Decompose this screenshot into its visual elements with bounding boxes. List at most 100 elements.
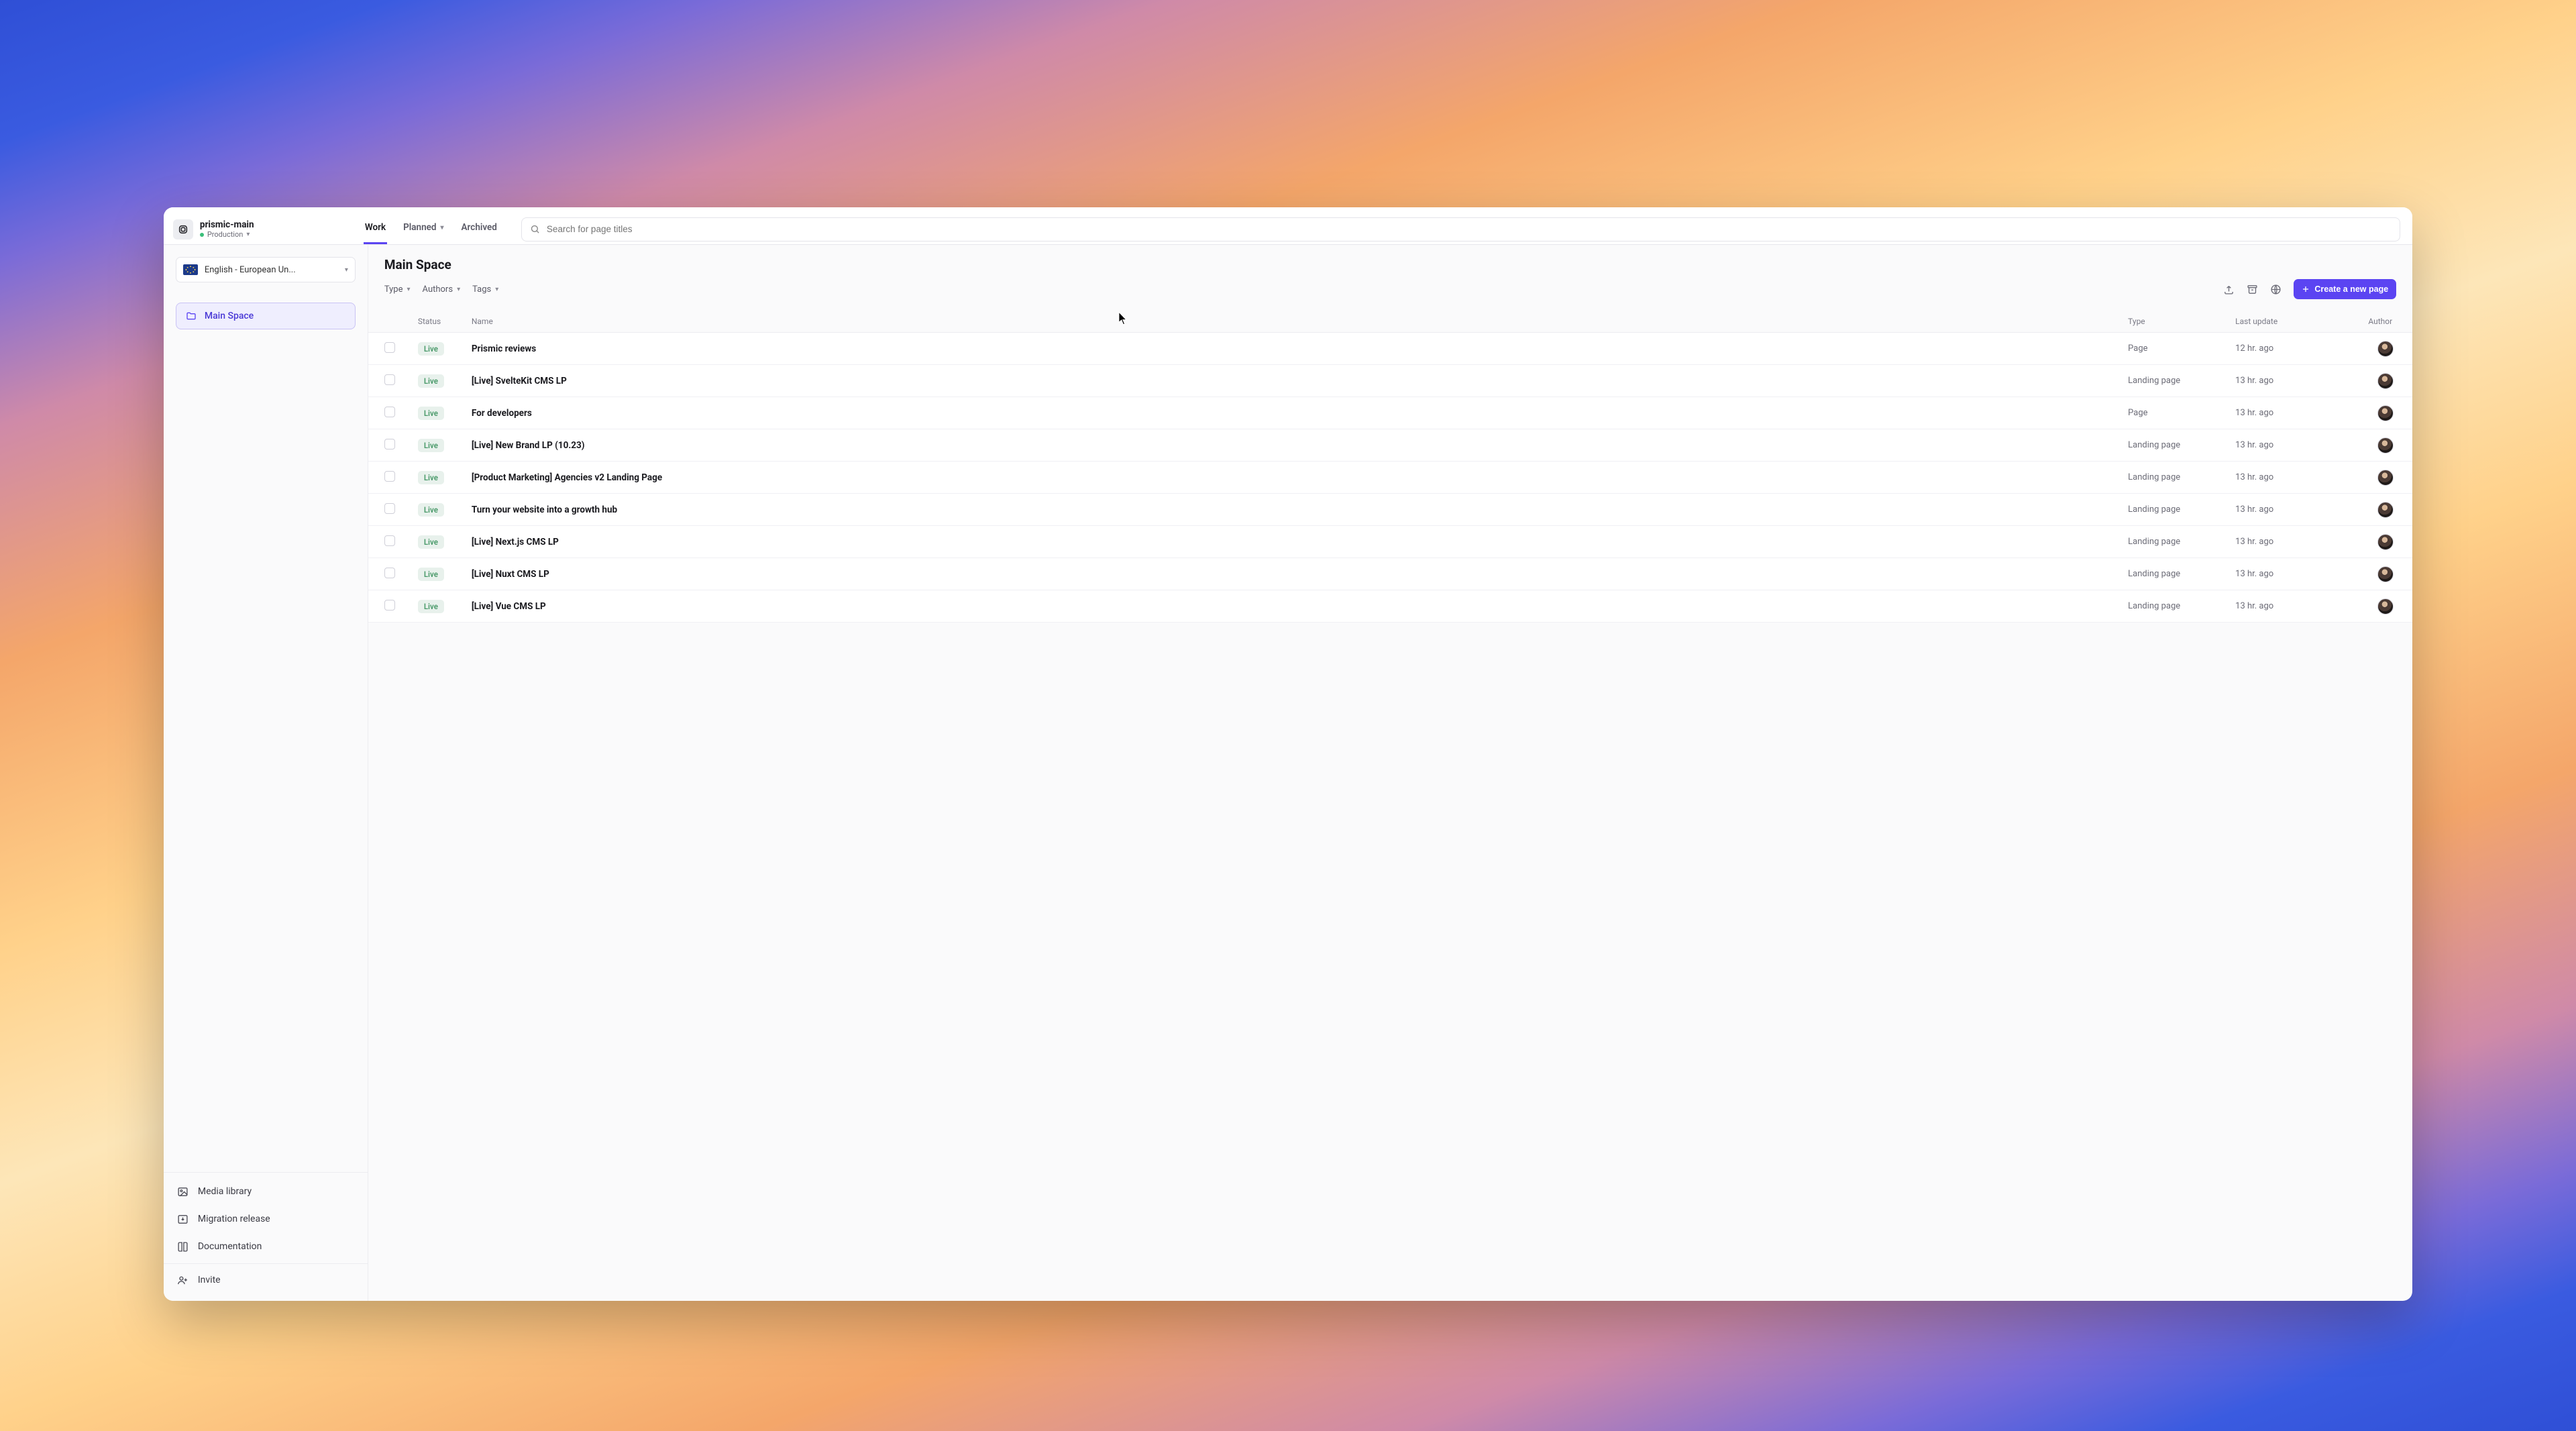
status-badge: Live — [418, 342, 444, 356]
row-last-update: 13 hr. ago — [2235, 537, 2343, 547]
sidebar-link-label: Migration release — [198, 1214, 270, 1224]
chevron-down-icon: ▾ — [495, 286, 498, 293]
table-row[interactable]: Live[Live] Vue CMS LPLanding page13 hr. … — [368, 590, 2412, 623]
sidebar-item-label: Main Space — [205, 311, 254, 321]
tab-work[interactable]: Work — [364, 222, 387, 244]
sidebar-item-main-space[interactable]: Main Space — [176, 303, 356, 329]
avatar — [2377, 470, 2394, 486]
col-name: Name — [472, 317, 2128, 326]
tab-planned[interactable]: Planned ▾ — [402, 222, 445, 244]
language-selector[interactable]: English - European Un... ▾ — [176, 257, 356, 282]
search-input[interactable] — [547, 224, 2392, 234]
row-type: Landing page — [2128, 505, 2235, 515]
table-row[interactable]: Live[Product Marketing] Agencies v2 Land… — [368, 462, 2412, 494]
row-name: [Live] Next.js CMS LP — [472, 537, 2128, 547]
chevron-down-icon: ▾ — [246, 231, 250, 239]
globe-button[interactable] — [2270, 284, 2282, 295]
table-row[interactable]: Live[Live] New Brand LP (10.23)Landing p… — [368, 429, 2412, 462]
status-badge: Live — [418, 600, 444, 613]
row-last-update: 13 hr. ago — [2235, 440, 2343, 450]
row-author — [2343, 437, 2396, 454]
avatar — [2377, 502, 2394, 518]
status-badge: Live — [418, 407, 444, 420]
row-last-update: 13 hr. ago — [2235, 408, 2343, 418]
status-badge: Live — [418, 471, 444, 484]
avatar — [2377, 405, 2394, 421]
row-author — [2343, 341, 2396, 357]
row-checkbox[interactable] — [384, 471, 395, 482]
search-bar[interactable] — [521, 217, 2400, 242]
tab-label: Work — [365, 222, 386, 233]
row-author — [2343, 470, 2396, 486]
sidebar-link-media-library[interactable]: Media library — [164, 1178, 368, 1206]
workspace-switcher[interactable]: prismic-main Production ▾ — [173, 219, 347, 240]
sidebar-link-invite[interactable]: Invite — [164, 1267, 368, 1294]
row-checkbox[interactable] — [384, 535, 395, 546]
avatar — [2377, 566, 2394, 582]
table-row[interactable]: Live [Live] Next.js CMS LPLanding page13 … — [368, 526, 2412, 558]
image-icon — [177, 1186, 189, 1198]
row-checkbox[interactable] — [384, 568, 395, 578]
row-last-update: 13 hr. ago — [2235, 472, 2343, 482]
table-row[interactable]: Live Turn your website into a growth hubL… — [368, 494, 2412, 526]
row-type: Landing page — [2128, 472, 2235, 482]
table-row[interactable]: LivePrismic reviewsPage12 hr. ago — [368, 333, 2412, 365]
workspace-logo-icon — [173, 219, 193, 240]
app-window: prismic-main Production ▾ Work Planned ▾… — [164, 207, 2412, 1301]
create-page-button[interactable]: Create a new page — [2294, 279, 2396, 299]
main-content: Main Space Type ▾ Authors ▾ Tags ▾ — [368, 245, 2412, 1301]
table-header: Status Name Type Last update Author — [368, 310, 2412, 333]
row-last-update: 12 hr. ago — [2235, 343, 2343, 354]
table-row[interactable]: LiveFor developersPage13 hr. ago — [368, 397, 2412, 429]
avatar — [2377, 534, 2394, 550]
col-author: Author — [2343, 317, 2396, 326]
avatar — [2377, 373, 2394, 389]
table-row[interactable]: Live[Live] Nuxt CMS LPLanding page13 hr.… — [368, 558, 2412, 590]
row-last-update: 13 hr. ago — [2235, 569, 2343, 579]
status-badge: Live — [418, 535, 444, 549]
chevron-down-icon: ▾ — [457, 286, 460, 293]
row-name: [Live] SvelteKit CMS LP — [472, 376, 2128, 386]
row-name: [Live] Vue CMS LP — [472, 601, 2128, 612]
upload-button[interactable] — [2223, 284, 2235, 295]
environment-selector[interactable]: Production ▾ — [200, 230, 254, 239]
row-checkbox[interactable] — [384, 600, 395, 611]
row-name: Turn your website into a growth hub — [472, 505, 2128, 515]
upload-icon — [2223, 284, 2235, 295]
filter-tags[interactable]: Tags ▾ — [472, 284, 498, 295]
filter-bar: Type ▾ Authors ▾ Tags ▾ — [384, 284, 498, 295]
sidebar-link-label: Invite — [198, 1275, 221, 1285]
row-checkbox[interactable] — [384, 374, 395, 385]
archive-button[interactable] — [2247, 284, 2258, 295]
topbar: prismic-main Production ▾ Work Planned ▾… — [164, 207, 2412, 245]
search-icon — [530, 224, 540, 234]
download-box-icon — [177, 1214, 189, 1225]
tab-archived[interactable]: Archived — [460, 222, 498, 244]
row-checkbox[interactable] — [384, 503, 395, 514]
row-author — [2343, 405, 2396, 421]
filter-type[interactable]: Type ▾ — [384, 284, 411, 295]
environment-label: Production — [207, 230, 243, 239]
col-type: Type — [2128, 317, 2235, 326]
archive-icon — [2247, 284, 2258, 295]
row-last-update: 13 hr. ago — [2235, 376, 2343, 386]
status-badge: Live — [418, 503, 444, 517]
avatar — [2377, 598, 2394, 615]
row-type: Landing page — [2128, 440, 2235, 450]
sidebar-link-documentation[interactable]: Documentation — [164, 1233, 368, 1261]
row-last-update: 13 hr. ago — [2235, 601, 2343, 611]
main-tabs: Work Planned ▾ Archived — [364, 214, 498, 244]
status-badge: Live — [418, 568, 444, 581]
row-author — [2343, 373, 2396, 389]
user-plus-icon — [177, 1275, 189, 1286]
row-checkbox[interactable] — [384, 439, 395, 449]
tab-label: Planned — [403, 222, 436, 233]
filter-authors[interactable]: Authors ▾ — [423, 284, 461, 295]
sidebar-link-migration-release[interactable]: Migration release — [164, 1206, 368, 1233]
row-type: Landing page — [2128, 537, 2235, 547]
row-name: Prismic reviews — [472, 343, 2128, 354]
row-checkbox[interactable] — [384, 407, 395, 417]
globe-icon — [2270, 284, 2282, 295]
row-checkbox[interactable] — [384, 342, 395, 353]
table-row[interactable]: Live[Live] SvelteKit CMS LPLanding page1… — [368, 365, 2412, 397]
